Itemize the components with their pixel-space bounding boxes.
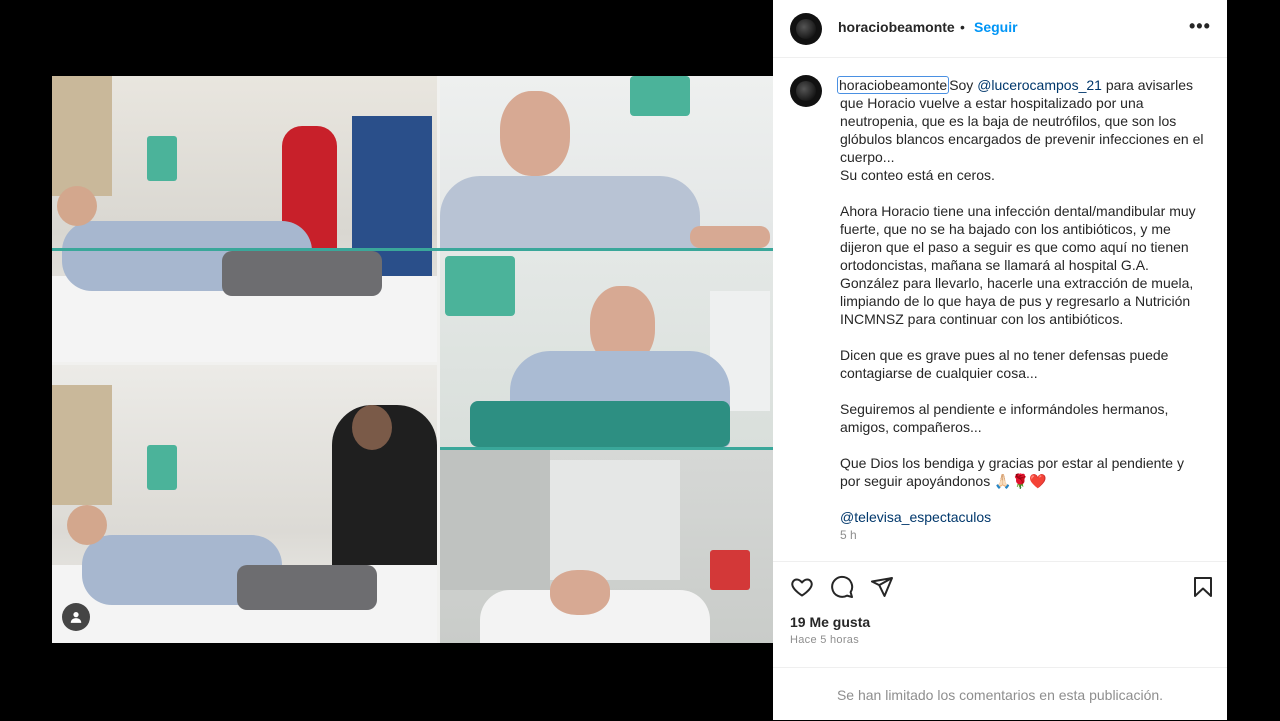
comment-button[interactable]: [830, 575, 854, 604]
caption-area: horaciobeamonte Soy @lucerocampos_21 para…: [773, 58, 1227, 568]
photo-tile-patient-chair: [440, 251, 773, 447]
post-image[interactable]: [52, 76, 773, 643]
header-username[interactable]: horaciobeamonte: [838, 19, 955, 35]
comment-icon: [831, 575, 854, 598]
post-header: horaciobeamonte • Seguir •••: [773, 0, 1227, 58]
photo-tile-patient-portrait: [440, 76, 773, 248]
follow-button[interactable]: Seguir: [974, 19, 1018, 35]
caption-avatar[interactable]: [790, 75, 822, 107]
collage-divider: [440, 447, 773, 450]
likes-count[interactable]: 19 Me gusta: [790, 614, 870, 630]
comments-limited-notice: Se han limitado los comentarios en esta …: [773, 667, 1227, 721]
header-separator: •: [960, 19, 965, 35]
photo-tile-equipment: [440, 450, 773, 643]
caption-p3: Dicen que es grave pues al no tener defe…: [840, 347, 1169, 381]
send-icon: [871, 577, 893, 597]
share-button[interactable]: [870, 575, 894, 604]
tag-link[interactable]: @televisa_espectaculos: [840, 509, 991, 525]
like-button[interactable]: [790, 575, 814, 604]
caption-timestamp: 5 h: [840, 528, 857, 542]
caption-p1-pre: Soy: [949, 77, 978, 93]
post-date: Hace 5 horas: [790, 634, 860, 646]
caption-p5: Que Dios los bendiga y gracias por estar…: [840, 455, 1184, 489]
avatar[interactable]: [790, 13, 822, 45]
photo-tile-patient-bed: [52, 76, 437, 362]
comments-limited-text: Se han limitado los comentarios en esta …: [836, 686, 1164, 703]
heart-icon: [791, 578, 813, 597]
bookmark-icon: [1194, 577, 1212, 597]
caption-p1-line2: Su conteo está en ceros.: [840, 167, 995, 183]
more-options-button[interactable]: •••: [1189, 16, 1211, 37]
caption-p2: Ahora Horacio tiene una infección dental…: [840, 203, 1196, 327]
action-bar: [773, 561, 1227, 612]
caption-username[interactable]: horaciobeamonte: [837, 76, 950, 94]
tagged-user-button[interactable]: [62, 603, 90, 631]
caption-text: horaciobeamonte Soy @lucerocampos_21 para…: [837, 76, 1206, 544]
caption-p4: Seguiremos al pendiente e informándoles …: [840, 401, 1169, 435]
post-panel: horaciobeamonte • Seguir ••• horaciobeam…: [773, 0, 1227, 720]
save-button[interactable]: [1191, 575, 1215, 604]
photo-tile-nurse-attending: [52, 365, 437, 643]
collage-divider: [52, 248, 773, 251]
mention-link[interactable]: @lucerocampos_21: [977, 77, 1102, 93]
user-icon: [70, 612, 82, 623]
